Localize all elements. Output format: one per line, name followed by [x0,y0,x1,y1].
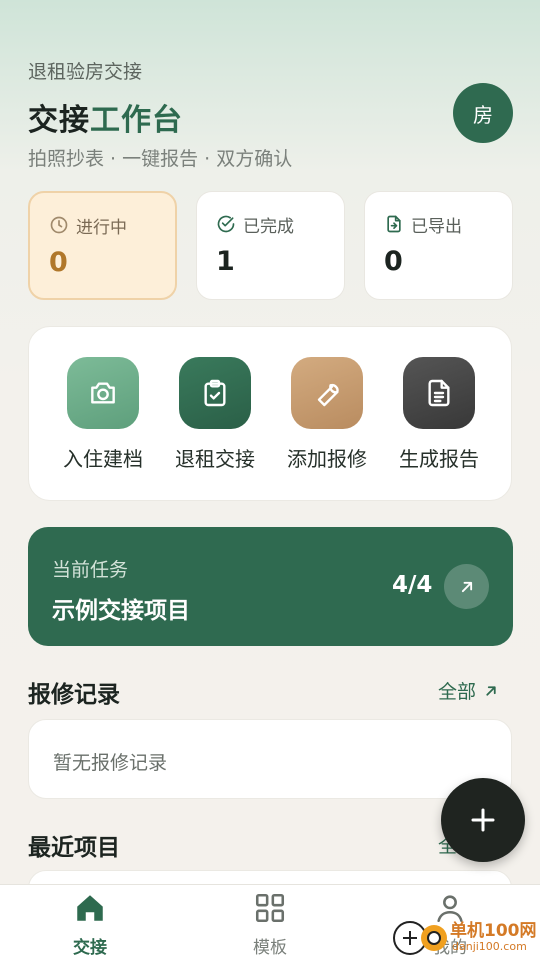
view-all-label: 全部 [438,681,477,703]
check-circle-icon [217,215,235,233]
open-task-button[interactable] [444,564,489,609]
wrench-icon [291,357,363,429]
page-subtitle: 拍照抄表 · 一键报告 · 双方确认 [28,148,293,170]
repairs-empty-state: 暂无报修记录 [28,719,512,799]
add-fab-button[interactable] [441,778,525,862]
stat-label: 已完成 [243,216,294,237]
plus-icon [471,808,495,832]
recent-section-title: 最近项目 [28,835,120,861]
title-main: 交接 [28,103,90,138]
quick-actions-card: 入住建档 退租交接 添加报修 生成报告 [28,326,512,501]
stat-card-in-progress[interactable]: 进行中 0 [28,191,177,300]
nav-label: 模板 [253,938,287,958]
page-eyebrow: 退租验房交接 [28,61,143,83]
task-caption: 当前任务 [52,559,129,581]
watermark-icon [393,921,447,955]
action-label: 入住建档 [63,447,143,471]
action-check-in[interactable]: 入住建档 [47,357,159,472]
action-generate-report[interactable]: 生成报告 [383,357,495,472]
action-add-repair[interactable]: 添加报修 [271,357,383,472]
watermark-text: 单机100网 [450,921,537,941]
avatar[interactable]: 房 [453,83,513,143]
file-export-icon [387,215,401,233]
arrow-up-right-icon [486,685,496,696]
nav-label: 交接 [73,938,107,958]
current-task-card[interactable]: 当前任务 示例交接项目 4/4 [28,527,513,646]
stat-label: 已导出 [411,216,462,237]
watermark-url: danji100.com [452,940,527,953]
app-screen: 退租验房交接 交接工作台 拍照抄表 · 一键报告 · 双方确认 房 进行中 0 … [0,0,540,960]
arrow-up-right-icon [461,581,472,592]
nav-item-handover[interactable]: 交接 [30,891,150,958]
stat-card-exported[interactable]: 已导出 0 [364,191,513,300]
nav-item-templates[interactable]: 模板 [210,891,330,958]
stat-label: 进行中 [76,217,127,238]
stat-card-completed[interactable]: 已完成 1 [196,191,345,300]
title-accent: 工作台 [90,103,183,138]
clipboard-check-icon [179,357,251,429]
action-label: 退租交接 [175,447,255,471]
home-icon [77,895,103,921]
action-move-out[interactable]: 退租交接 [159,357,271,472]
clock-icon [50,216,68,234]
repairs-view-all-link[interactable]: 全部 [438,677,500,704]
action-label: 生成报告 [399,447,479,471]
camera-icon [67,357,139,429]
stat-value: 0 [49,247,68,278]
task-name: 示例交接项目 [52,598,190,624]
document-icon [403,357,475,429]
page-title: 交接工作台 [28,95,183,139]
repairs-section-title: 报修记录 [28,682,120,708]
stat-value: 0 [384,246,403,277]
watermark-logo: 单机100网 danji100.com [390,914,540,960]
stat-value: 1 [216,246,235,277]
task-progress: 4/4 [392,572,433,598]
action-label: 添加报修 [287,447,367,471]
grid-icon [255,893,285,923]
